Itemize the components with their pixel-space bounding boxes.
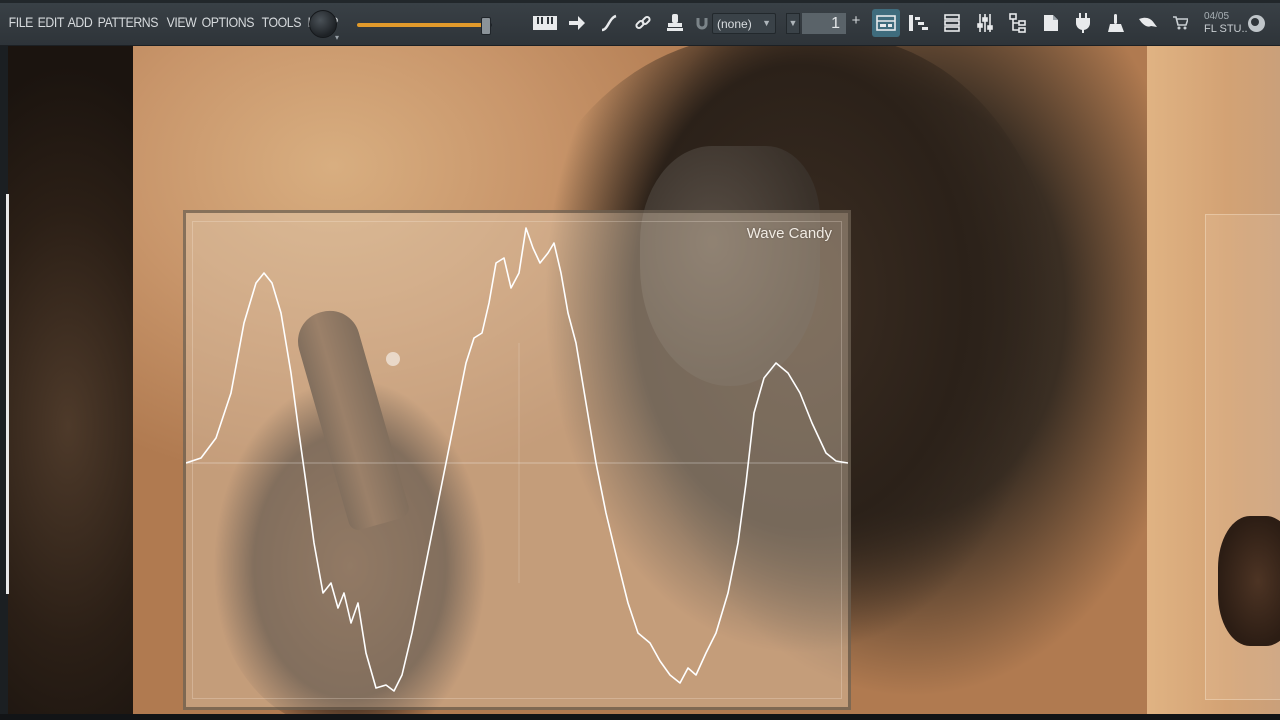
master-volume-fill: [357, 23, 486, 27]
menu-options[interactable]: OPTIONS: [199, 14, 257, 30]
wave-candy-panel[interactable]: Wave Candy: [183, 210, 851, 710]
cart-icon[interactable]: [1166, 9, 1194, 37]
chevron-down-icon: ▼: [762, 18, 771, 28]
link-icon[interactable]: [629, 9, 657, 37]
main-menu: FILE EDIT ADD PATTERNS VIEW OPTIONS TOOL…: [6, 14, 341, 30]
plugin-icon[interactable]: [1069, 9, 1097, 37]
left-mirror-panel: [8, 46, 133, 720]
menu-add[interactable]: ADD: [65, 14, 95, 30]
knob-indicator: ▾: [335, 33, 340, 42]
news-brand: FL STU..: [1204, 23, 1248, 35]
news-date: 04/05: [1204, 11, 1230, 22]
globe-icon[interactable]: [1248, 15, 1265, 32]
master-pitch-knob[interactable]: [309, 10, 337, 38]
toolbar-top-edge: [0, 0, 1280, 3]
menu-file[interactable]: FILE: [6, 14, 36, 30]
feedback-icon[interactable]: [1134, 9, 1162, 37]
left-edge-light: [6, 194, 9, 594]
pattern-menu-button[interactable]: ▼: [786, 13, 800, 34]
add-pattern-button[interactable]: +: [848, 12, 864, 34]
right-mirror-hand: [1218, 516, 1280, 646]
news-panel[interactable]: 04/05 FL STU..: [1204, 10, 1248, 36]
menu-tools[interactable]: TOOLS: [259, 14, 304, 30]
stamp-icon[interactable]: [661, 9, 689, 37]
waveform-marker: [386, 352, 400, 366]
pattern-selector[interactable]: (none) ▼: [712, 13, 776, 34]
main-toolbar: FILE EDIT ADD PATTERNS VIEW OPTIONS TOOL…: [0, 0, 1280, 46]
touch-icon[interactable]: [1102, 9, 1130, 37]
master-volume-slider[interactable]: [357, 17, 492, 35]
pattern-number-field[interactable]: 1: [802, 13, 846, 34]
mixer-icon[interactable]: [971, 9, 999, 37]
curve-icon[interactable]: [595, 9, 623, 37]
waveform-display: [186, 227, 848, 692]
video-frame: Wave Candy: [0, 46, 1280, 720]
piano-typing-icon[interactable]: [531, 9, 559, 37]
piano-roll-icon[interactable]: [905, 9, 933, 37]
menu-edit[interactable]: EDIT: [35, 14, 67, 30]
bottom-edge-strip: [0, 714, 1280, 720]
master-volume-handle[interactable]: [481, 17, 492, 35]
project-icon[interactable]: [1037, 9, 1065, 37]
menu-view[interactable]: VIEW: [164, 14, 199, 30]
magnet-icon[interactable]: [694, 9, 710, 37]
pattern-selector-value: (none): [717, 17, 752, 31]
channel-rack-icon[interactable]: [938, 9, 966, 37]
arrow-right-icon[interactable]: [563, 9, 591, 37]
browser-icon[interactable]: [1004, 9, 1032, 37]
waveform-line: [186, 227, 848, 692]
menu-patterns[interactable]: PATTERNS: [95, 14, 161, 30]
playlist-icon[interactable]: [872, 9, 900, 37]
